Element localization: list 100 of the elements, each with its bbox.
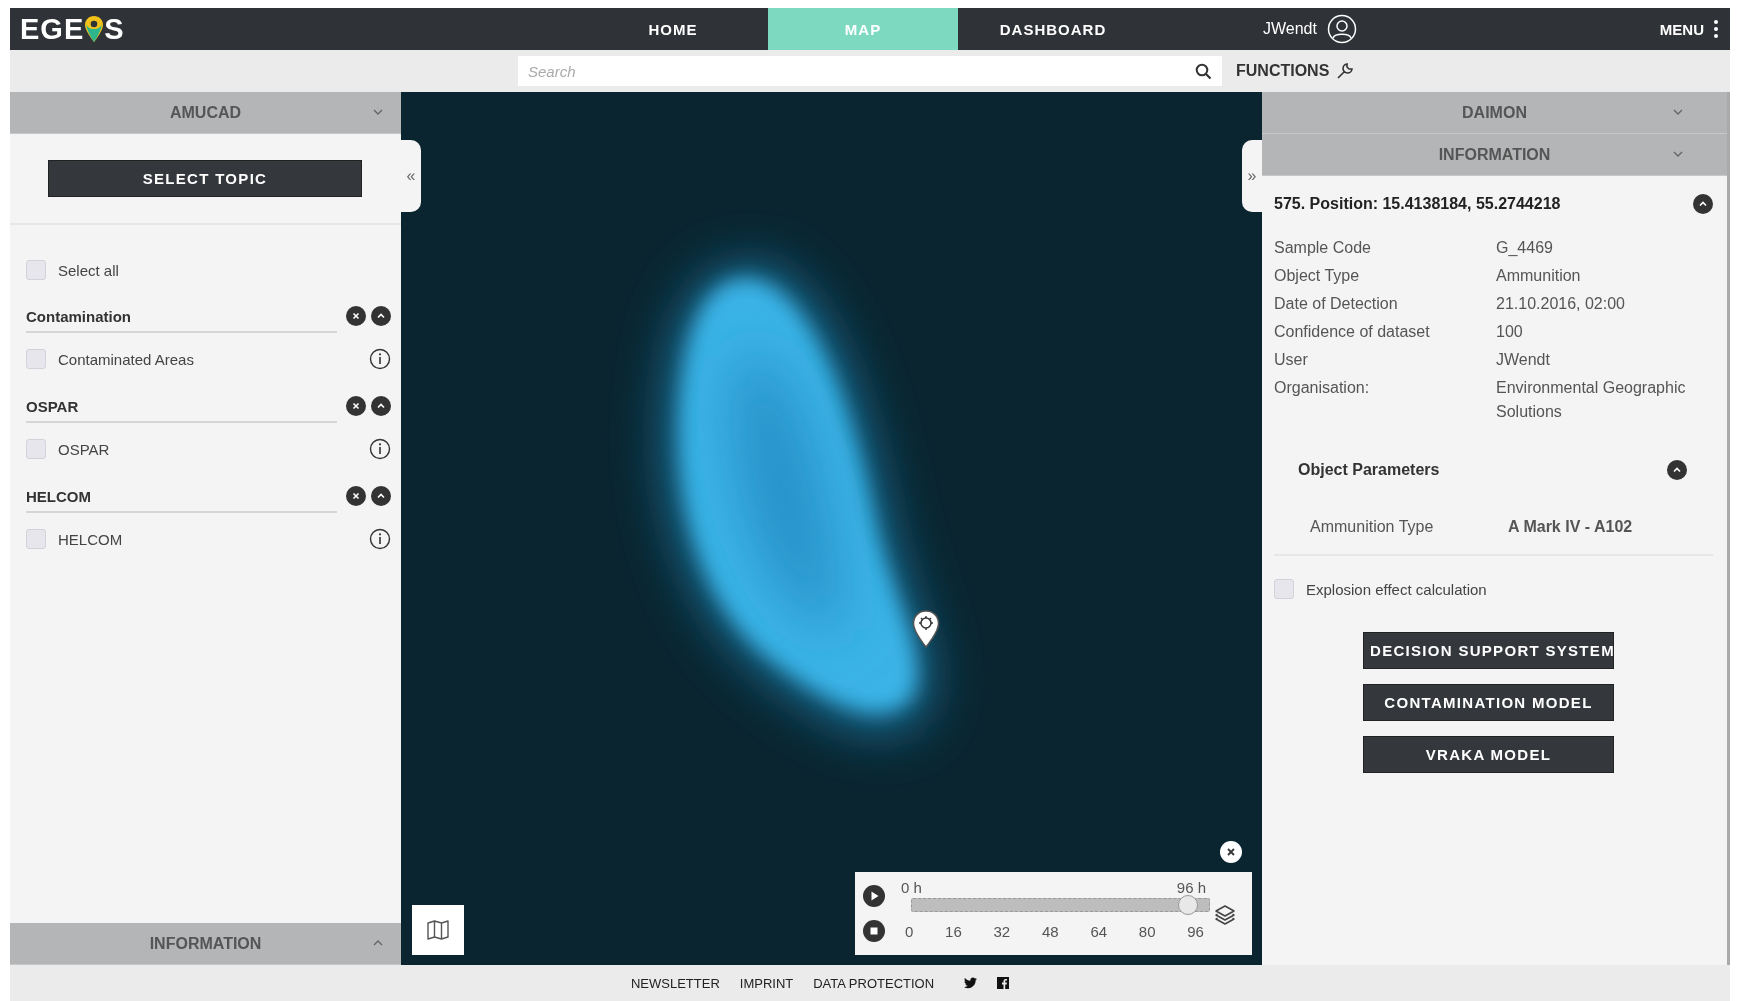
checkbox-label: Explosion effect calculation xyxy=(1306,580,1487,598)
chevron-up-icon xyxy=(376,491,386,501)
nav-tab[interactable]: HOME xyxy=(578,8,768,50)
field-label: Object Type xyxy=(1274,266,1361,286)
nav-tab[interactable]: DASHBOARD xyxy=(958,8,1148,50)
checkbox[interactable] xyxy=(26,529,46,549)
map-icon xyxy=(427,920,449,940)
position-title: 575. Position: 15.4138184, 55.2744218 xyxy=(1274,195,1561,213)
tick-label: 16 xyxy=(945,922,962,940)
close-icon xyxy=(351,491,361,501)
checkbox-label: Contaminated Areas xyxy=(58,350,194,368)
panel-header[interactable]: INFORMATION xyxy=(10,923,401,965)
tick-label: 48 xyxy=(1041,922,1059,940)
collapse-button[interactable] xyxy=(371,486,391,506)
collapse-button[interactable] xyxy=(1693,194,1713,214)
info-icon[interactable] xyxy=(369,528,391,550)
checkbox-label: Select all xyxy=(58,261,119,279)
action-button[interactable]: CONTAMINATION MODEL xyxy=(1363,684,1614,721)
checkbox[interactable] xyxy=(26,439,46,459)
tick-label: 80 xyxy=(1138,922,1156,940)
user-name[interactable]: JWendt xyxy=(1263,20,1317,38)
field-value: 100 xyxy=(1496,322,1524,342)
footer-link[interactable]: DATA PROTECTION xyxy=(813,975,935,991)
checkbox[interactable] xyxy=(1274,579,1294,599)
footer-link[interactable]: NEWSLETTER xyxy=(630,975,720,991)
tick-label: 96 xyxy=(1187,922,1204,940)
panel-title: DAIMON xyxy=(1462,103,1527,122)
close-icon xyxy=(1226,847,1236,857)
collapse-button[interactable] xyxy=(371,396,391,416)
field-label: User xyxy=(1274,350,1309,370)
chevron-up-icon xyxy=(1698,199,1708,209)
search-field[interactable]: Search xyxy=(518,56,1222,86)
time-slider[interactable] xyxy=(911,898,1210,913)
panel-title: AMUCAD xyxy=(169,103,242,122)
field-value: Environmental Geographic Solutions xyxy=(1496,378,1687,422)
panel-title: INFORMATION xyxy=(1438,145,1551,164)
footer-link[interactable]: IMPRINT xyxy=(739,975,794,991)
info-icon[interactable] xyxy=(369,348,391,370)
field-label: Ammunition Type xyxy=(1310,518,1435,536)
field-value: 21.10.2016, 02:00 xyxy=(1496,294,1626,314)
collapse-button[interactable] xyxy=(371,306,391,326)
checkbox-label: HELCOM xyxy=(58,530,123,548)
checkbox[interactable] xyxy=(26,349,46,369)
chevron-up-icon xyxy=(1672,465,1682,475)
location-pin-icon xyxy=(84,15,105,43)
user-avatar-icon[interactable] xyxy=(1326,14,1357,44)
search-icon[interactable] xyxy=(1195,63,1212,80)
menu-button[interactable]: MENU xyxy=(1659,8,1730,50)
remove-button[interactable] xyxy=(346,486,366,506)
field-label: Organisation: xyxy=(1274,378,1371,398)
remove-button[interactable] xyxy=(346,396,366,416)
slider-thumb[interactable] xyxy=(1178,895,1199,916)
chevron-up-icon xyxy=(376,311,386,321)
select-topic-button[interactable]: SELECT TOPIC xyxy=(48,160,362,197)
logo-text: S xyxy=(104,12,125,46)
group-title: Contamination xyxy=(26,307,337,333)
collapse-button[interactable] xyxy=(1667,460,1687,480)
facebook-icon[interactable] xyxy=(997,977,1010,989)
field-label: Sample Code xyxy=(1274,238,1372,258)
tick-label: 32 xyxy=(993,922,1011,940)
remove-button[interactable] xyxy=(346,306,366,326)
more-vertical-icon xyxy=(1714,20,1718,38)
start-time-label: 0 h xyxy=(901,879,922,897)
checkbox[interactable] xyxy=(26,260,46,280)
close-button[interactable] xyxy=(1220,841,1242,863)
collapse-right-tab[interactable]: » xyxy=(1242,140,1262,212)
field-value: JWendt xyxy=(1496,350,1551,370)
functions-button[interactable]: FUNCTIONS xyxy=(1236,61,1356,81)
panel-title: INFORMATION xyxy=(149,934,262,953)
close-icon xyxy=(351,401,361,411)
map-view[interactable]: « » 0 h 96 h 0 16 32 48 64 80 96 xyxy=(401,92,1262,965)
layers-icon[interactable] xyxy=(1214,902,1236,925)
map-pin-icon[interactable] xyxy=(912,610,940,648)
logo-text: EGE xyxy=(20,12,85,46)
end-time-label: 96 h xyxy=(1176,879,1206,897)
chevron-up-icon xyxy=(376,401,386,411)
panel-header[interactable]: AMUCAD xyxy=(10,92,401,134)
stop-button[interactable] xyxy=(863,920,885,943)
tick-label: 0 xyxy=(905,922,914,940)
checkbox-label: OSPAR xyxy=(58,440,110,458)
action-button[interactable]: DECISION SUPPORT SYSTEM xyxy=(1363,632,1614,669)
map-layers-button[interactable] xyxy=(412,905,464,955)
field-value: A Mark IV - A102 xyxy=(1508,518,1634,536)
section-title: Object Parameters xyxy=(1298,461,1440,479)
close-icon xyxy=(351,311,361,321)
field-label: Date of Detection xyxy=(1274,294,1399,314)
group-title: HELCOM xyxy=(26,487,337,513)
wrench-icon xyxy=(1335,61,1356,81)
field-label: Confidence of dataset xyxy=(1274,322,1431,342)
action-button[interactable]: VRAKA MODEL xyxy=(1363,736,1614,773)
panel-header[interactable]: DAIMON xyxy=(1262,92,1727,134)
info-icon[interactable] xyxy=(369,438,391,460)
play-button[interactable] xyxy=(863,884,885,907)
field-value: G_4469 xyxy=(1496,238,1554,258)
field-value: Ammunition xyxy=(1496,266,1582,286)
panel-header[interactable]: INFORMATION xyxy=(1262,134,1727,176)
group-title: OSPAR xyxy=(26,397,337,423)
tick-label: 64 xyxy=(1090,922,1108,940)
collapse-left-tab[interactable]: « xyxy=(401,140,421,212)
twitter-icon[interactable] xyxy=(964,977,978,989)
